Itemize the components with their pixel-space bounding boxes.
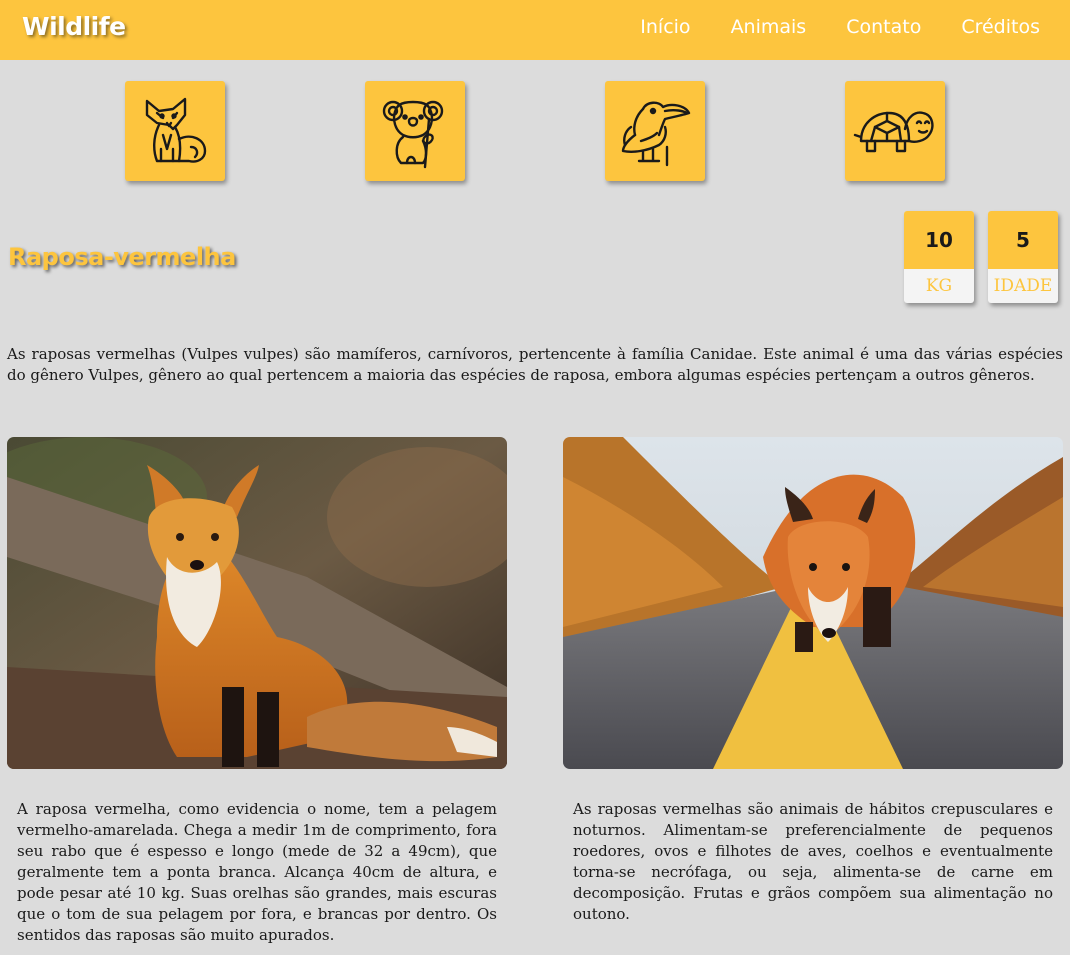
navbar: Wildlife Início Animais Contato Créditos — [0, 0, 1070, 60]
stat-weight-value: 10 — [904, 211, 974, 269]
stat-age-label: IDADE — [993, 276, 1053, 296]
toucan-icon — [621, 101, 691, 167]
stat-weight: 10 KG — [904, 211, 974, 303]
animal-tile-turtle[interactable] — [845, 81, 945, 181]
nav-link-animais[interactable]: Animais — [731, 16, 807, 38]
koala-icon — [382, 100, 444, 169]
page-title: Raposa-vermelha — [8, 243, 236, 271]
intro-paragraph: As raposas vermelhas (Vulpes vulpes) são… — [7, 345, 1063, 384]
description-left: A raposa vermelha, como evidencia o nome… — [17, 800, 497, 944]
turtle-icon — [853, 111, 934, 153]
animal-tile-fox[interactable] — [125, 81, 225, 181]
nav-link-inicio[interactable]: Início — [640, 16, 690, 38]
stat-age: 5 IDADE — [988, 211, 1058, 303]
description-right: As raposas vermelhas são animais de hábi… — [573, 800, 1053, 923]
stat-weight-label: KG — [925, 276, 953, 296]
nav-link-creditos[interactable]: Créditos — [961, 16, 1040, 38]
animal-tile-koala[interactable] — [365, 81, 465, 181]
fox-icon — [145, 97, 207, 163]
fox-photo-log — [7, 437, 507, 769]
animal-tile-toucan[interactable] — [605, 81, 705, 181]
nav-links: Início Animais Contato Créditos — [640, 16, 1040, 38]
stat-age-value: 5 — [988, 211, 1058, 269]
nav-link-contato[interactable]: Contato — [846, 16, 921, 38]
brand-logo[interactable]: Wildlife — [22, 12, 126, 41]
fox-photo-road — [563, 437, 1063, 769]
